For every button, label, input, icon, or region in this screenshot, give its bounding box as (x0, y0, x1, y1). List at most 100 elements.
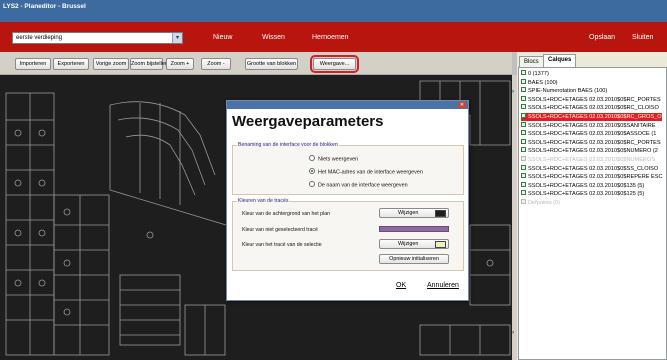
layer-visibility-checkbox[interactable] (521, 70, 526, 76)
ok-button[interactable]: OK (396, 282, 406, 289)
toolbar: Importeren Exporteren Vorige zoom Zoom b… (0, 52, 512, 75)
layer-item[interactable]: SSOLS+RDC+ETAGES 02.03.2010$0$SS_CLOISO (521, 164, 659, 173)
layer-label: SSOLS+RDC+ETAGES 02.03.2010$0$ASSOCE (1 (528, 131, 657, 138)
layer-item[interactable]: SSOLS+RDC+ETAGES 02.03.2010$0$NUMERO (2 (521, 147, 658, 155)
unselected-color-label: Kleur van niet geselecteerd tracé (242, 227, 318, 233)
radio-show-mac[interactable]: Het MAC-adres van de interface weergeven (309, 168, 423, 176)
change-selection-color-button[interactable]: Wijzigen (379, 239, 449, 249)
radio-label: Het MAC-adres van de interface weergeven (318, 169, 423, 176)
naming-group-label: Benaming van de interface voor de blokke… (237, 142, 339, 148)
layer-label: 0 (1377) (528, 71, 549, 77)
display-settings-dialog: ✕ Weergaveparameters Benaming van de int… (226, 100, 469, 301)
display-button[interactable]: Weergave... (310, 55, 359, 73)
background-color-label: Kleur van de achtergrond van het plan (242, 211, 330, 217)
layer-label: BAES (100) (528, 79, 558, 86)
layer-visibility-checkbox[interactable] (521, 190, 526, 196)
background-color-swatch (435, 210, 446, 217)
chevron-right-icon[interactable]: › (512, 89, 514, 95)
layer-item[interactable]: SSOLS+RDC+ETAGES 02.03.2010$0$ASSOCE (1 (521, 130, 656, 138)
layer-visibility-checkbox[interactable] (521, 147, 526, 153)
layer-item[interactable]: SSOLS+RDC+ETAGES 02.03.2010$0$SANITAIRE (521, 121, 656, 130)
layer-item[interactable]: BAES (100) (521, 78, 558, 87)
change-background-color-button[interactable]: Wijzigen (379, 208, 449, 218)
layer-visibility-checkbox[interactable] (521, 181, 526, 187)
naming-group: Benaming van de interface voor de blokke… (232, 142, 464, 195)
layer-label: SSOLS+RDC+ETAGES 02.03.2010$0$125 (5) (528, 191, 645, 198)
layer-item[interactable]: SSOLS+RDC+ETAGES 02.03.2010$0$RC_PORTES (521, 95, 661, 104)
layer-item[interactable]: Defpoints (0) (521, 199, 560, 207)
layer-label: Defpoints (0) (528, 200, 561, 206)
radio-label: Niets weergeven (318, 156, 359, 163)
save-button[interactable]: Opslaan (589, 34, 615, 41)
layer-label: SSOLS+RDC+ETAGES 02.03.2010$0$RC_PORTES (528, 139, 661, 146)
layer-label: SSOLS+RDC+ETAGES 02.03.2010$0$SANITAIRE (528, 122, 656, 129)
unselected-color-swatch[interactable] (379, 226, 449, 232)
layer-visibility-checkbox[interactable] (521, 95, 526, 101)
radio-button[interactable] (309, 155, 315, 161)
layer-item[interactable]: SPIE-Numerotation BAES (100) (521, 87, 607, 95)
chevron-right-icon[interactable]: › (512, 330, 514, 336)
layer-label: SSOLS+RDC+ETAGES 02.03.2010$0$RC_CLOISO (528, 105, 659, 112)
dialog-title: Weergaveparameters (232, 113, 384, 130)
radio-show-nothing[interactable]: Niets weergeven (309, 155, 359, 163)
layer-label: SSOLS+RDC+ETAGES 02.03.2010$0$135 (5) (528, 182, 645, 189)
menu-bar: eerste verdieping ▾ Nieuw Wissen Hernoem… (0, 22, 667, 52)
layer-visibility-checkbox[interactable] (521, 113, 526, 119)
colors-group: Kleuren van de tracés Kleur van de achte… (232, 198, 464, 271)
colors-group-label: Kleuren van de tracés (237, 198, 290, 204)
layer-visibility-checkbox[interactable] (521, 130, 526, 136)
layer-item[interactable]: SSOLS+RDC+ETAGES 02.03.2010$0$NUMEROS (521, 156, 655, 164)
selection-color-label: Kleur van het tracé van de selectie (242, 242, 322, 248)
layer-item[interactable]: SSOLS+RDC+ETAGES 02.03.2010$0$RC_CLOISO (521, 104, 659, 112)
import-button[interactable]: Importeren (15, 58, 51, 70)
export-button[interactable]: Exporteren (53, 58, 89, 70)
reset-button[interactable]: Opnieuw initialiseren (379, 254, 449, 264)
button-label: Wijzigen (398, 241, 419, 247)
layer-visibility-checkbox[interactable] (521, 78, 526, 84)
window-titlebar: LYS2 - Planeditor - Brussel (0, 0, 667, 22)
layer-label: SSOLS+RDC+ETAGES 02.03.2010$0$NUMEROS (528, 157, 656, 163)
radio-show-name[interactable]: De naam van de interface weergeven (309, 181, 408, 188)
layer-item[interactable]: SSOLS+RDC+ETAGES 02.03.2010$0$125 (5) (521, 190, 644, 198)
floor-select[interactable]: eerste verdieping ▾ (12, 32, 183, 44)
zoom-out-button[interactable]: Zoom - (201, 58, 231, 70)
layer-item[interactable]: SSOLS+RDC+ETAGES 02.03.2010$0$RC_GROS_O (521, 113, 662, 121)
layer-label: SSOLS+RDC+ETAGES 02.03.2010$0$NUMERO (2 (528, 148, 658, 155)
layer-visibility-checkbox[interactable] (521, 164, 526, 170)
radio-button[interactable] (309, 168, 315, 174)
layer-item[interactable]: SSOLS+RDC+ETAGES 02.03.2010$0$135 (5) (521, 181, 645, 190)
previous-zoom-button[interactable]: Vorige zoom (93, 58, 129, 70)
button-label: Wijzigen (398, 210, 419, 216)
floor-select-value: eerste verdieping (16, 35, 63, 41)
zoom-in-button[interactable]: Zoom + (166, 58, 194, 70)
layer-item[interactable]: SSOLS+RDC+ETAGES 02.03.2010$0$RC_PORTES (521, 138, 661, 147)
new-button[interactable]: Nieuw (213, 34, 232, 41)
tab-calques[interactable]: Calques (543, 54, 577, 68)
layer-item[interactable]: 0 (1377) (521, 70, 549, 78)
layer-visibility-checkbox[interactable] (521, 104, 526, 110)
selection-color-swatch (435, 241, 446, 248)
layer-label: SSOLS+RDC+ETAGES 02.03.2010$0$RC_GROS_O (528, 114, 662, 120)
layer-label: SSOLS+RDC+ETAGES 02.03.2010$0$SS_CLOISO (528, 165, 659, 172)
rename-button[interactable]: Hernoemen (312, 34, 349, 41)
block-size-button[interactable]: Grootte van blokken (245, 58, 298, 70)
layer-item[interactable]: SSOLS+RDC+ETAGES 02.03.2010$0$REPERE ESC (521, 173, 663, 181)
zoom-fit-button[interactable]: Zoom bijstellen (130, 58, 168, 70)
layer-visibility-checkbox[interactable] (521, 138, 526, 144)
chevron-down-icon[interactable]: ▾ (172, 33, 182, 43)
layer-visibility-checkbox[interactable] (521, 199, 526, 205)
close-icon[interactable]: ✕ (458, 102, 466, 108)
close-button[interactable]: Sluiten (632, 34, 653, 41)
radio-button[interactable] (309, 181, 315, 187)
layer-visibility-checkbox[interactable] (521, 121, 526, 127)
window-title: LYS2 - Planeditor - Brussel (3, 3, 86, 10)
layer-label: SPIE-Numerotation BAES (100) (528, 88, 608, 95)
delete-button[interactable]: Wissen (262, 34, 285, 41)
layers-panel: Blocs Calques 0 (1377) BAES (100) SPIE-Num… (517, 52, 667, 360)
layer-list: 0 (1377) BAES (100) SPIE-Numerotation BAES… (518, 67, 667, 360)
layer-visibility-checkbox[interactable] (521, 173, 526, 179)
cancel-button[interactable]: Annuleren (427, 282, 459, 289)
layer-label: SSOLS+RDC+ETAGES 02.03.2010$0$RC_PORTES (528, 96, 661, 103)
layer-visibility-checkbox[interactable] (521, 156, 526, 162)
layer-visibility-checkbox[interactable] (521, 87, 526, 93)
